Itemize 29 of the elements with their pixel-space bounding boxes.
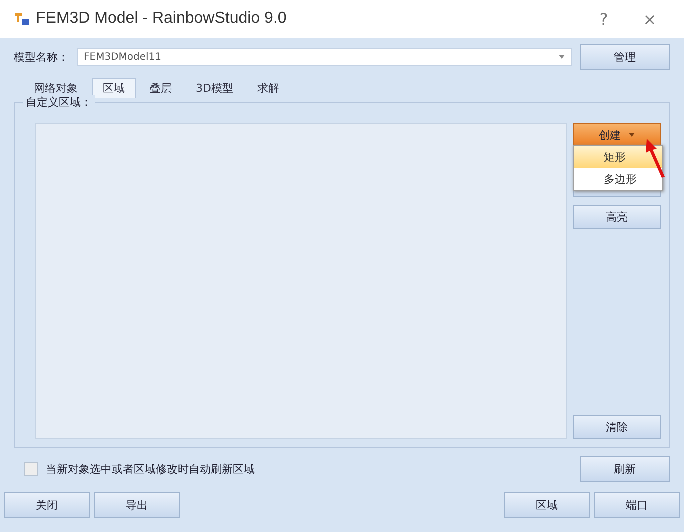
arrow-icon xyxy=(643,137,667,179)
side-button[interactable]: 清除 xyxy=(573,415,661,439)
model-name-dropdown[interactable]: FEM3DModel11 xyxy=(77,48,572,66)
help-button[interactable]: ? xyxy=(584,10,624,28)
app-icon xyxy=(14,12,30,26)
refresh-button[interactable]: 刷新 xyxy=(580,456,670,482)
footer-button[interactable]: 关闭 xyxy=(4,492,90,518)
auto-refresh-label: 当新对象选中或者区域修改时自动刷新区域 xyxy=(46,462,256,476)
window-title: FEM3D Model - RainbowStudio 9.0 xyxy=(36,10,288,28)
group-title: 自定义区域： xyxy=(23,95,95,110)
tab[interactable]: 3D模型 xyxy=(186,78,244,98)
region-list[interactable] xyxy=(35,123,567,439)
caret-icon xyxy=(629,133,635,137)
create-button[interactable]: 创建 xyxy=(573,123,661,147)
manage-button[interactable]: 管理 xyxy=(580,44,670,70)
side-button[interactable]: 高亮 xyxy=(573,205,661,229)
model-name-label: 模型名称： xyxy=(14,50,69,64)
menu-item[interactable]: 多边形 xyxy=(574,168,662,190)
footer-button[interactable]: 导出 xyxy=(94,492,180,518)
tab[interactable]: 区域 xyxy=(92,78,136,98)
footer-button[interactable]: 端口 xyxy=(594,492,680,518)
menu-item[interactable]: 矩形 xyxy=(574,146,662,168)
tab[interactable]: 求解 xyxy=(247,78,290,98)
tab[interactable]: 叠层 xyxy=(140,78,182,98)
footer-button[interactable]: 区域 xyxy=(504,492,590,518)
tab[interactable]: 网络对象 xyxy=(24,78,88,98)
auto-refresh-checkbox[interactable] xyxy=(24,462,38,476)
close-button[interactable]: × xyxy=(630,10,670,28)
caret-icon xyxy=(559,55,565,59)
